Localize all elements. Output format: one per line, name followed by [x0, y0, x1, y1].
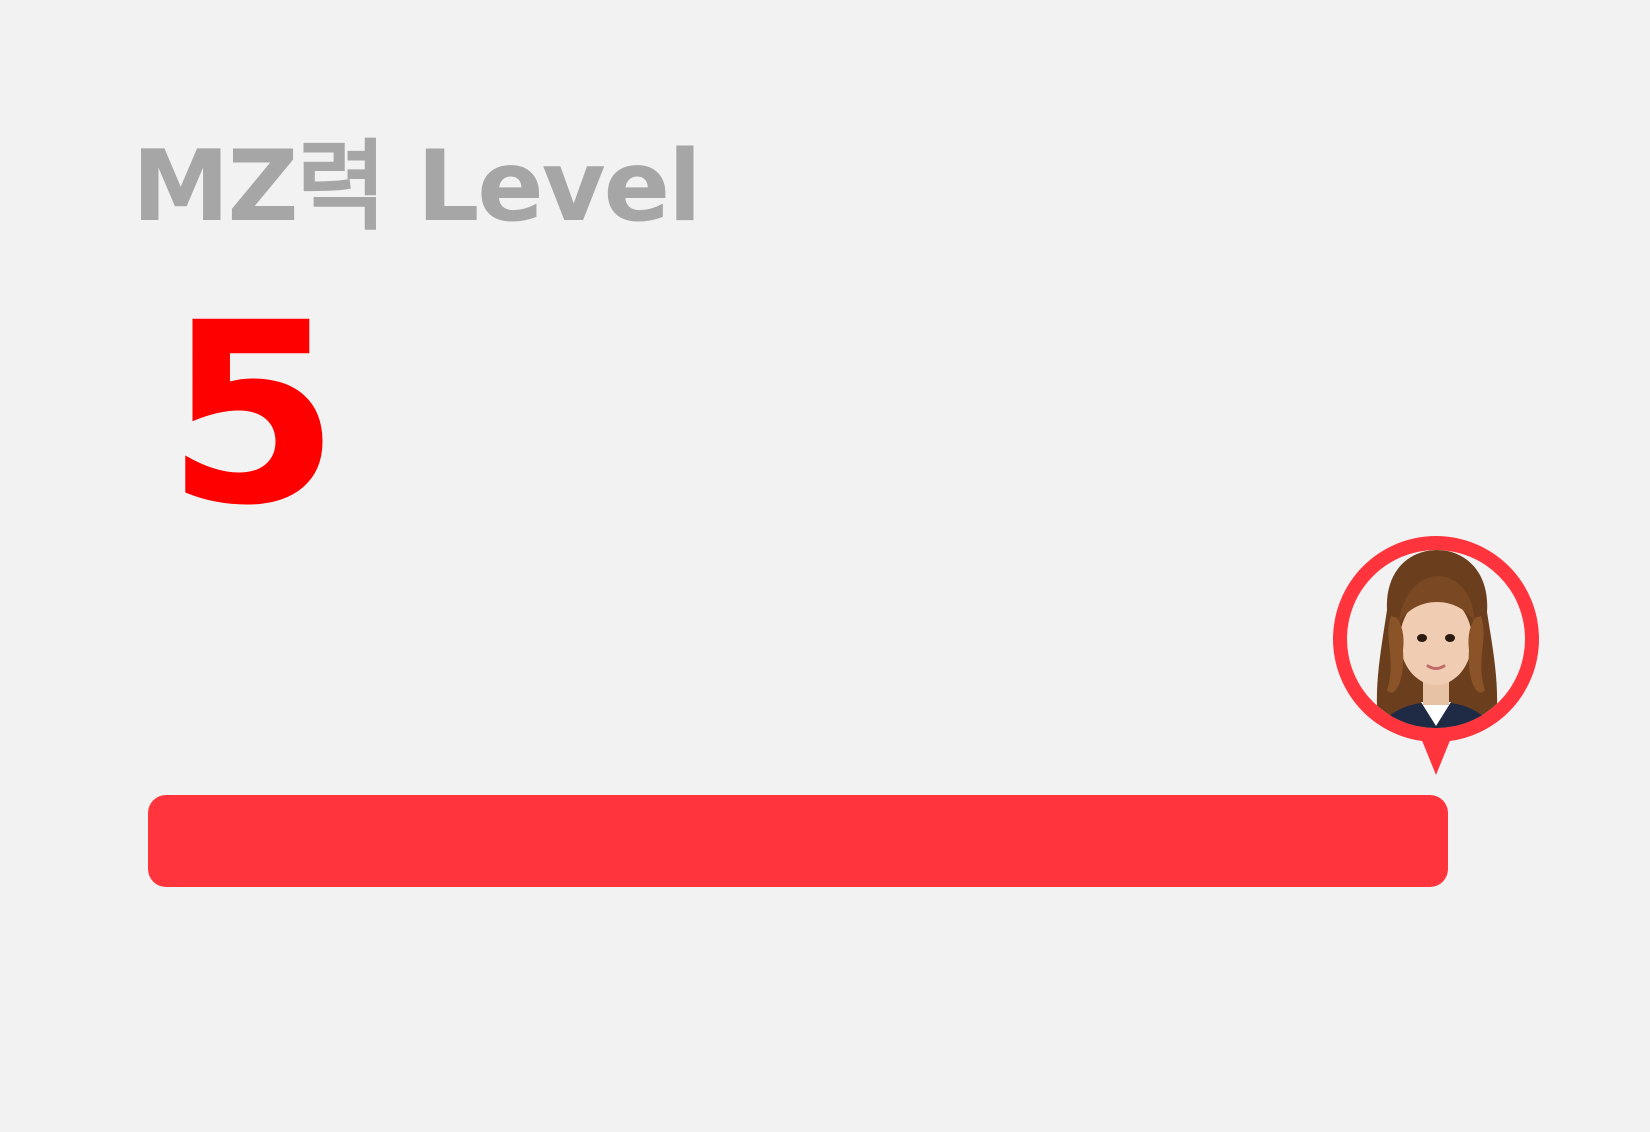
avatar-pin-icon — [1333, 536, 1539, 775]
level-progress-bar — [148, 795, 1448, 887]
page-title: MZ력 Level — [132, 130, 702, 244]
level-progress-fill — [148, 795, 1448, 887]
avatar-marker — [1325, 530, 1547, 775]
level-number: 5 — [166, 269, 340, 560]
